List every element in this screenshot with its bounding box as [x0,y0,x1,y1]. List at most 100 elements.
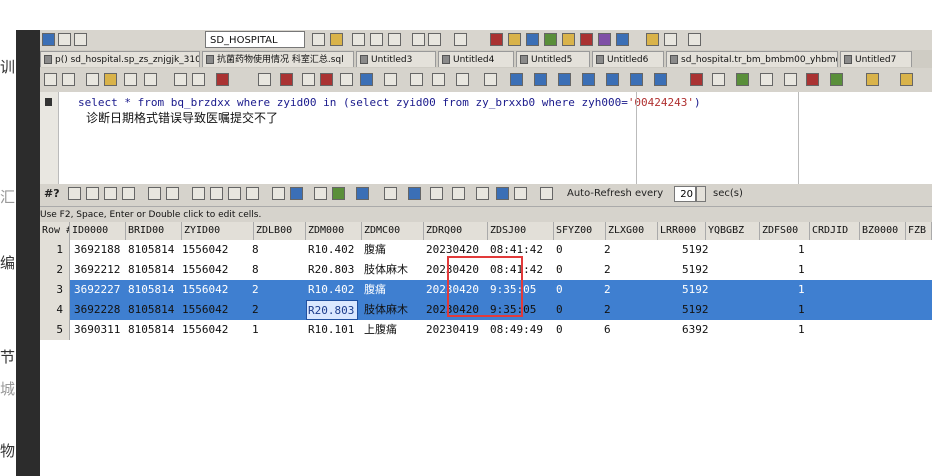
cell-zdmc00[interactable]: 腹痛 [364,240,386,260]
toolbar-icon[interactable] [496,187,509,200]
cell-id0000[interactable]: 3692227 [74,280,120,300]
toolbar-icon[interactable] [340,73,353,86]
cell-id0000[interactable]: 3692228 [74,300,120,320]
toolbar-icon[interactable] [42,33,55,46]
cell-id0000[interactable]: 3692212 [74,260,120,280]
cell-zdlb00[interactable]: 2 [252,300,259,320]
toolbar-icon[interactable] [654,73,667,86]
toolbar-icon[interactable] [688,33,701,46]
delete-record-icon[interactable] [314,187,327,200]
table-row[interactable]: 5 3690311 8105814 1556042 1 R10.101 上腹痛 … [40,320,932,340]
tab-sp-zs-znjgjk[interactable]: p() sd_hospital.sp_zs_znjgjk_3104 [40,51,200,67]
refresh-interval-spinner[interactable] [696,186,706,202]
open-icon[interactable] [104,73,117,86]
toolbar-icon[interactable] [830,73,843,86]
toolbar-icon[interactable] [712,73,725,86]
toolbar-icon[interactable] [760,73,773,86]
toolbar-icon[interactable] [320,73,333,86]
toolbar-icon[interactable] [900,73,913,86]
toolbar-icon[interactable] [58,33,71,46]
sql-editor[interactable]: select * from bq_brzdxx where zyid00 in … [40,92,932,185]
col-header-row[interactable]: Row # [40,222,70,240]
toolbar-icon[interactable] [616,33,629,46]
cell-brid00[interactable]: 8105814 [128,300,174,320]
sort-icon[interactable] [86,187,99,200]
col-header-bz0000[interactable]: BZ0000 [860,222,906,240]
toolbar-icon[interactable] [408,187,421,200]
col-header-zdsj00[interactable]: ZDSJ00 [488,222,554,240]
help-icon[interactable] [646,33,659,46]
cell-zdfs00[interactable]: 1 [798,300,805,320]
toolbar-icon[interactable] [410,73,423,86]
toolbar-icon[interactable] [526,33,539,46]
cell-zdm000-active[interactable]: R20.803 [306,300,358,320]
cell-brid00[interactable]: 8105814 [128,260,174,280]
cell-sfyz00[interactable]: 0 [556,260,563,280]
col-header-sfyz00[interactable]: SFYZ00 [554,222,606,240]
cell-zyid00[interactable]: 1556042 [182,320,228,340]
toolbar-icon[interactable] [258,73,271,86]
col-header-yqbgbz[interactable]: YQBGBZ [706,222,760,240]
toolbar-icon[interactable] [174,73,187,86]
toolbar-icon[interactable] [562,33,575,46]
toolbar-icon[interactable] [866,73,879,86]
save-icon[interactable] [124,73,137,86]
col-header-zdfs00[interactable]: ZDFS00 [760,222,810,240]
insert-record-icon[interactable] [272,187,285,200]
toolbar-icon[interactable] [514,187,527,200]
first-record-icon[interactable] [192,187,205,200]
toolbar-icon[interactable] [360,73,373,86]
connection-selector[interactable]: SD_HOSPITAL [205,31,305,48]
cell-zdrq00[interactable]: 20230419 [426,320,479,340]
tab-untitled4[interactable]: Untitled4 [438,51,514,67]
toolbar-icon[interactable] [690,73,703,86]
toolbar-icon[interactable] [510,73,523,86]
row-number[interactable]: 1 [40,240,70,260]
refresh-interval-input[interactable]: 20 [674,186,696,202]
toolbar-icon[interactable] [582,73,595,86]
cell-zdfs00[interactable]: 1 [798,280,805,300]
row-number[interactable]: 2 [40,260,70,280]
toolbar-icon[interactable] [664,33,677,46]
col-header-zyid00[interactable]: ZYID00 [182,222,254,240]
cell-zdm000[interactable]: R10.402 [308,280,354,300]
cell-zdm000[interactable]: R10.402 [308,240,354,260]
cell-sfyz00[interactable]: 0 [556,320,563,340]
cell-zdmc00[interactable]: 肢体麻木 [364,300,408,320]
cell-zdm000[interactable]: R10.101 [308,320,354,340]
cell-zdlb00[interactable]: 8 [252,260,259,280]
toolbar-icon[interactable] [580,33,593,46]
toolbar-icon[interactable] [484,73,497,86]
cell-id0000[interactable]: 3690311 [74,320,120,340]
cell-zdmc00[interactable]: 上腹痛 [364,320,397,340]
cell-lrr000[interactable]: 5192 [682,300,709,320]
cell-brid00[interactable]: 8105814 [128,320,174,340]
cell-id0000[interactable]: 3692188 [74,240,120,260]
cell-sfyz00[interactable]: 0 [556,240,563,260]
cell-zlxg00[interactable]: 2 [604,300,611,320]
toolbar-icon[interactable] [412,33,425,46]
toolbar-icon[interactable] [428,33,441,46]
toolbar-icon[interactable] [508,33,521,46]
print-icon[interactable] [144,73,157,86]
cell-lrr000[interactable]: 5192 [682,260,709,280]
duplicate-record-icon[interactable] [290,187,303,200]
toolbar-icon[interactable] [806,73,819,86]
cell-zyid00[interactable]: 1556042 [182,260,228,280]
toolbar-icon[interactable] [352,33,365,46]
toolbar-icon[interactable] [384,73,397,86]
refresh-icon[interactable] [122,187,135,200]
col-header-fzb[interactable]: FZB [906,222,932,240]
tab-untitled7[interactable]: Untitled7 [840,51,912,67]
toolbar-icon[interactable] [490,33,503,46]
col-header-lrr000[interactable]: LRR000 [658,222,706,240]
cell-sfyz00[interactable]: 0 [556,280,563,300]
print-icon[interactable] [148,187,161,200]
toolbar-icon[interactable] [454,33,467,46]
cell-sfyz00[interactable]: 0 [556,300,563,320]
new-icon[interactable] [86,73,99,86]
toolbar-icon[interactable] [784,73,797,86]
toolbar-icon[interactable] [598,33,611,46]
toolbar-icon[interactable] [432,73,445,86]
col-header-zdmc00[interactable]: ZDMC00 [362,222,424,240]
